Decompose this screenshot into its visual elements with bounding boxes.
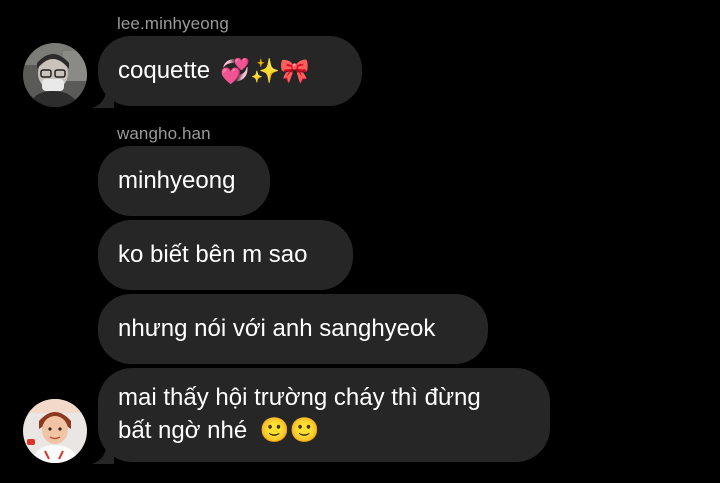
message-text: ko biết bên m sao [118, 241, 308, 268]
slightly-smiling-face-emoji-icon: 🙂🙂 [259, 416, 320, 444]
heart-sparkle-bow-emoji-icon: 💞✨🎀 [220, 57, 310, 85]
bubble-tail-icon [92, 442, 114, 464]
bubble-tail-icon [92, 86, 114, 108]
message-bubble[interactable]: coquette 💞✨🎀 [92, 36, 362, 108]
message-bubble[interactable]: minhyeong [98, 146, 270, 216]
message-bubble[interactable]: ko biết bên m sao [98, 220, 353, 290]
message-text-line: mai thấy hội trường cháy thì đừng [118, 384, 481, 411]
message-text-line: bất ngờ nhé [118, 417, 248, 444]
sender-name: lee.minhyeong [117, 14, 229, 33]
message-text: nhưng nói với anh sanghyeok [118, 315, 436, 342]
avatar-lee-minhyeong[interactable] [23, 43, 87, 107]
message-text: minhyeong [118, 167, 236, 194]
message-text: coquette [118, 57, 211, 84]
avatar-wangho-han[interactable] [23, 399, 87, 463]
message-bubble[interactable]: nhưng nói với anh sanghyeok [98, 294, 488, 364]
profile-photo-icon [23, 399, 87, 463]
profile-photo-icon [23, 43, 87, 107]
chat-thread: lee.minhyeong coquette 💞✨🎀 wangho.han mi… [0, 0, 720, 483]
message-bubble[interactable]: mai thấy hội trường cháy thì đừng bất ng… [92, 368, 550, 464]
sender-name: wangho.han [117, 124, 211, 143]
